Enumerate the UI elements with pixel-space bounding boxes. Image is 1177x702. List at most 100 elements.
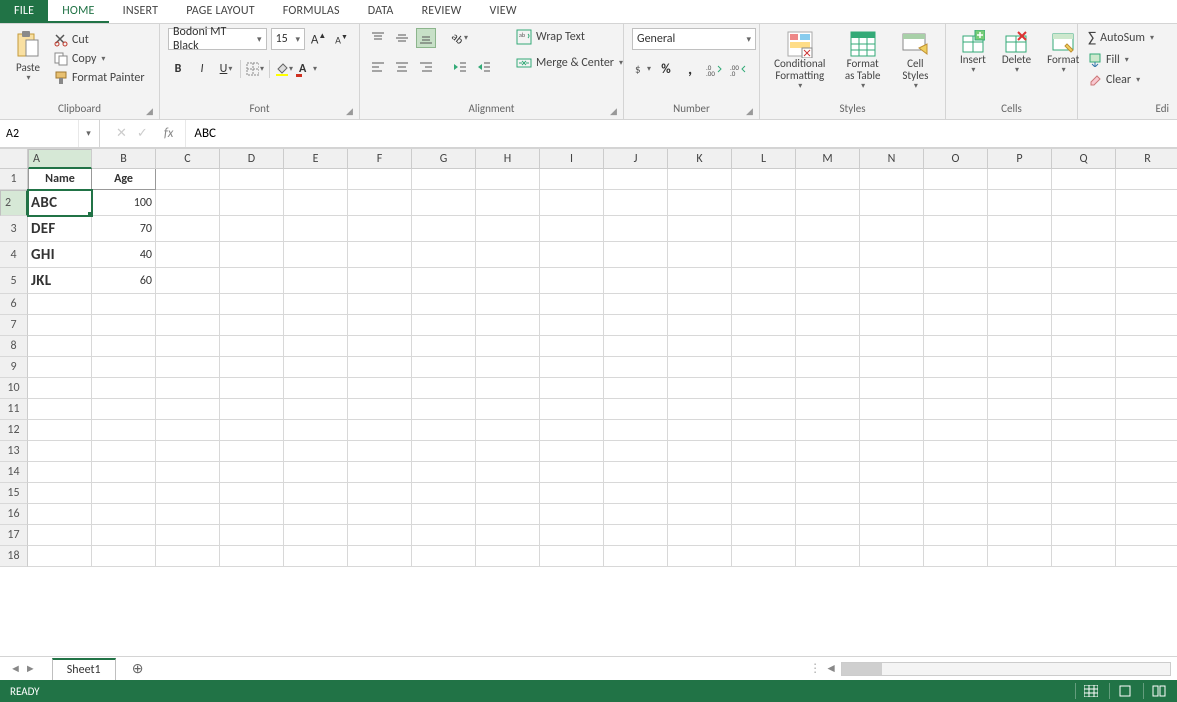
cell-N8[interactable] <box>860 336 924 357</box>
column-header-E[interactable]: E <box>284 149 348 169</box>
cell-G2[interactable] <box>412 190 476 216</box>
cell-D13[interactable] <box>220 441 284 462</box>
cell-O18[interactable] <box>924 546 988 567</box>
cell-P16[interactable] <box>988 504 1052 525</box>
cell-E8[interactable] <box>284 336 348 357</box>
cell-G5[interactable] <box>412 268 476 294</box>
cell-F4[interactable] <box>348 242 412 268</box>
cell-I16[interactable] <box>540 504 604 525</box>
font-dialog-launcher[interactable]: ◢ <box>346 106 356 116</box>
cell-Q9[interactable] <box>1052 357 1116 378</box>
cell-I1[interactable] <box>540 169 604 190</box>
align-left-button[interactable] <box>368 57 388 77</box>
font-name-select[interactable]: Bodoni MT Black▾ <box>168 28 267 50</box>
cell-N2[interactable] <box>860 190 924 216</box>
cell-P1[interactable] <box>988 169 1052 190</box>
cell-P3[interactable] <box>988 216 1052 242</box>
cell-Q16[interactable] <box>1052 504 1116 525</box>
cell-A6[interactable] <box>28 294 92 315</box>
cell-M9[interactable] <box>796 357 860 378</box>
cell-H9[interactable] <box>476 357 540 378</box>
cell-B13[interactable] <box>92 441 156 462</box>
font-size-select[interactable]: 15▾ <box>271 28 306 50</box>
cell-L16[interactable] <box>732 504 796 525</box>
cell-G15[interactable] <box>412 483 476 504</box>
cell-A15[interactable] <box>28 483 92 504</box>
cell-J1[interactable] <box>604 169 668 190</box>
cell-L18[interactable] <box>732 546 796 567</box>
italic-button[interactable]: I <box>192 59 212 79</box>
cell-F16[interactable] <box>348 504 412 525</box>
cell-B7[interactable] <box>92 315 156 336</box>
align-center-button[interactable] <box>392 57 412 77</box>
cell-K10[interactable] <box>668 378 732 399</box>
cell-C3[interactable] <box>156 216 220 242</box>
cell-L8[interactable] <box>732 336 796 357</box>
cell-J7[interactable] <box>604 315 668 336</box>
row-header-18[interactable]: 18 <box>0 546 28 567</box>
cell-A12[interactable] <box>28 420 92 441</box>
fill-color-button[interactable]: ▾ <box>274 59 294 79</box>
cell-F5[interactable] <box>348 268 412 294</box>
format-as-table-button[interactable]: Format as Table▾ <box>836 28 890 93</box>
cell-M7[interactable] <box>796 315 860 336</box>
cell-I2[interactable] <box>540 190 604 216</box>
cell-N18[interactable] <box>860 546 924 567</box>
cell-H8[interactable] <box>476 336 540 357</box>
cell-H4[interactable] <box>476 242 540 268</box>
cell-O16[interactable] <box>924 504 988 525</box>
cell-L12[interactable] <box>732 420 796 441</box>
cell-D7[interactable] <box>220 315 284 336</box>
cell-C12[interactable] <box>156 420 220 441</box>
cell-F15[interactable] <box>348 483 412 504</box>
cell-I6[interactable] <box>540 294 604 315</box>
copy-button[interactable]: Copy▾ <box>52 51 147 67</box>
cell-L11[interactable] <box>732 399 796 420</box>
name-box-input[interactable] <box>0 127 78 141</box>
column-header-M[interactable]: M <box>796 149 860 169</box>
paste-button[interactable]: Paste▾ <box>8 28 48 85</box>
cell-Q10[interactable] <box>1052 378 1116 399</box>
cell-H1[interactable] <box>476 169 540 190</box>
cell-A17[interactable] <box>28 525 92 546</box>
cell-L17[interactable] <box>732 525 796 546</box>
row-header-8[interactable]: 8 <box>0 336 28 357</box>
cell-F3[interactable] <box>348 216 412 242</box>
cell-G18[interactable] <box>412 546 476 567</box>
cell-A14[interactable] <box>28 462 92 483</box>
cell-K18[interactable] <box>668 546 732 567</box>
column-header-H[interactable]: H <box>476 149 540 169</box>
normal-view-button[interactable] <box>1075 683 1099 699</box>
cell-N10[interactable] <box>860 378 924 399</box>
cell-K14[interactable] <box>668 462 732 483</box>
cell-C10[interactable] <box>156 378 220 399</box>
cell-O8[interactable] <box>924 336 988 357</box>
cell-I9[interactable] <box>540 357 604 378</box>
cell-D15[interactable] <box>220 483 284 504</box>
cell-C18[interactable] <box>156 546 220 567</box>
cell-I14[interactable] <box>540 462 604 483</box>
align-right-button[interactable] <box>416 57 436 77</box>
cell-H2[interactable] <box>476 190 540 216</box>
row-header-9[interactable]: 9 <box>0 357 28 378</box>
cell-I13[interactable] <box>540 441 604 462</box>
cell-P4[interactable] <box>988 242 1052 268</box>
cell-N6[interactable] <box>860 294 924 315</box>
cell-R6[interactable] <box>1116 294 1177 315</box>
cell-N13[interactable] <box>860 441 924 462</box>
fill-handle[interactable] <box>88 212 92 216</box>
cell-N3[interactable] <box>860 216 924 242</box>
cell-P18[interactable] <box>988 546 1052 567</box>
cell-R1[interactable] <box>1116 169 1177 190</box>
cancel-formula-button[interactable]: ✕ <box>116 126 127 141</box>
cell-J9[interactable] <box>604 357 668 378</box>
cell-C14[interactable] <box>156 462 220 483</box>
enter-formula-button[interactable]: ✓ <box>137 126 148 141</box>
cell-C2[interactable] <box>156 190 220 216</box>
fill-button[interactable]: Fill▾ <box>1086 52 1169 68</box>
cell-M3[interactable] <box>796 216 860 242</box>
cell-I3[interactable] <box>540 216 604 242</box>
cell-C17[interactable] <box>156 525 220 546</box>
alignment-dialog-launcher[interactable]: ◢ <box>610 106 620 116</box>
cell-L13[interactable] <box>732 441 796 462</box>
